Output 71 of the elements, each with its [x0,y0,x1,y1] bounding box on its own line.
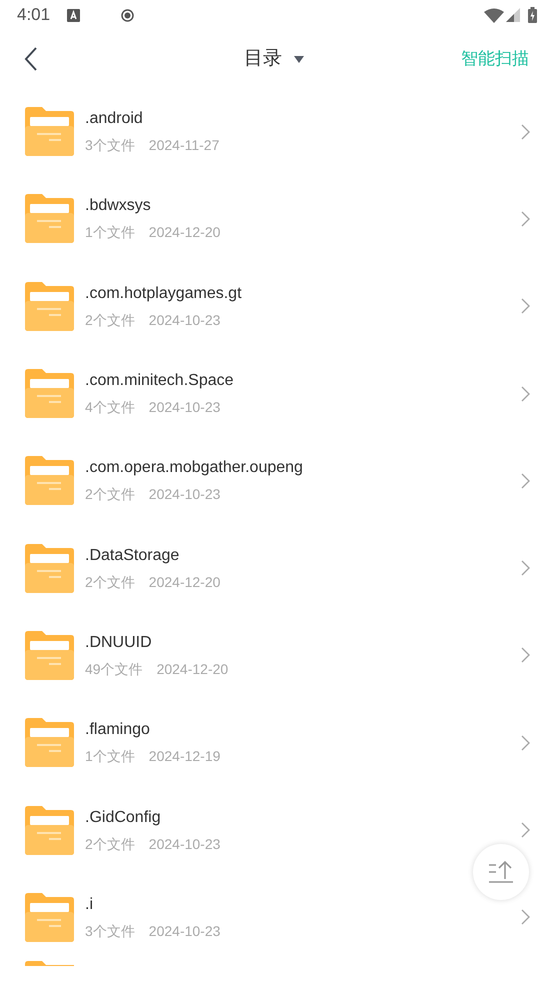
scroll-top-button[interactable] [473,844,529,900]
battery-icon [528,7,537,23]
folder-date: 2024-12-20 [148,223,220,242]
folder-date: 2024-12-20 [156,660,228,678]
folder-row[interactable]: .android 3个文件 2024-11-27 [0,88,554,176]
folder-row[interactable]: .DataStorage 2个文件 2024-12-20 [0,524,554,612]
folder-name: .DataStorage [85,546,180,566]
folder-date: 2024-10-23 [148,834,220,853]
wifi-icon [484,8,504,22]
folder-row[interactable]: .bdwxsys 1个文件 2024-12-20 [0,175,554,263]
folder-row[interactable]: .com.hotplaygames.gt 2个文件 2024-10-23 [0,262,554,350]
folder-date: 2024-10-23 [148,922,220,940]
keyboard-icon [67,8,80,22]
folder-icon [25,892,74,942]
chevron-right-icon [521,472,530,489]
folder-icon [25,282,74,331]
file-count: 2个文件 [85,572,135,591]
folder-row[interactable]: .flamingo 1个文件 2024-12-19 [0,699,554,786]
folder-icon [25,806,74,855]
title-dropdown[interactable]: 目录 [244,44,304,74]
back-icon [24,47,38,71]
folder-icon [25,718,74,768]
status-time: 4:01 [17,4,52,26]
folder-date: 2024-10-23 [148,485,220,504]
chevron-right-icon [521,647,530,664]
chevron-right-icon [521,734,530,751]
file-count: 1个文件 [85,223,135,242]
folder-date: 2024-12-19 [148,747,220,766]
folder-name: .flamingo [85,720,151,740]
folder-date: 2024-10-23 [148,398,220,416]
folder-date: 2024-10-23 [148,310,220,329]
scroll-top-icon [488,860,514,884]
chevron-right-icon [521,909,530,926]
chevron-right-icon [521,386,530,402]
folder-date: 2024-12-20 [148,572,220,591]
chevron-right-icon [521,822,530,838]
chevron-right-icon [521,560,530,576]
folder-date: 2024-11-27 [148,136,220,154]
file-count: 2个文件 [85,834,135,853]
folder-name: .com.hotplaygames.gt [85,284,243,304]
folder-icon [25,107,74,156]
folder-icon [25,194,74,244]
file-count: 3个文件 [85,922,135,940]
chevron-right-icon [521,124,530,140]
folder-name: .bdwxsys [85,196,152,216]
file-count: 4个文件 [85,398,135,416]
folder-icon [25,456,74,506]
folder-icon [25,630,74,680]
file-count: 3个文件 [85,136,135,154]
folder-name: .i [85,894,94,915]
folder-name: .GidConfig [85,808,162,828]
file-count: 49个文件 [85,660,143,678]
folder-row[interactable]: .com.minitech.Space 4个文件 2024-10-23 [0,350,554,438]
dropdown-icon [294,56,304,62]
file-count: 1个文件 [85,747,135,766]
chevron-right-icon [521,210,530,227]
folder-row[interactable]: .DNUUID 49个文件 2024-12-20 [0,612,554,700]
folder-name: .com.minitech.Space [85,371,235,392]
record-icon [121,8,134,22]
folder-name: .com.opera.mobgather.oupeng [85,458,304,478]
signal-icon [506,8,520,22]
folder-name: .DNUUID [85,632,153,653]
file-count: 2个文件 [85,310,135,329]
chevron-right-icon [521,298,530,314]
folder-icon [25,544,74,593]
folder-row[interactable]: .com.opera.mobgather.oupeng 2个文件 2024-10-23 [0,437,554,524]
file-count: 2个文件 [85,485,135,504]
folder-row[interactable]: .i 3个文件 2024-10-23 [0,874,554,961]
folder-icon [25,369,74,418]
folder-name: .android [85,109,144,130]
folder-icon [25,960,74,966]
